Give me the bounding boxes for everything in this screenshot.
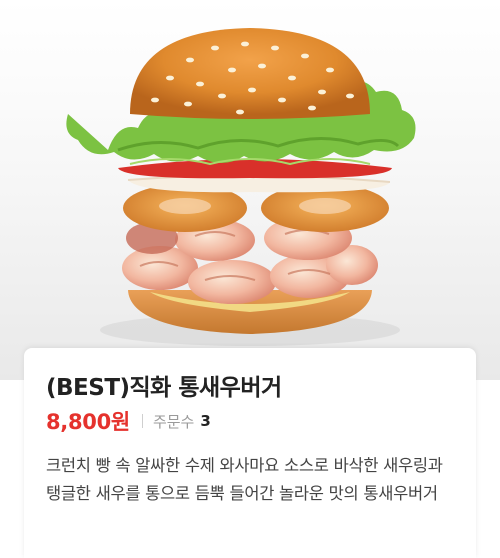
shrimp-burger-image — [66, 28, 416, 346]
product-name: (BEST)직화 통새우버거 — [46, 375, 282, 401]
product-meta-row: 8,800원 주문수 3 — [46, 406, 211, 436]
product-description: 크런치 빵 속 알싸한 수제 와사마요 소스로 바삭한 새우링과 탱글한 새우를… — [46, 456, 443, 503]
product-info-card: (BEST)직화 통새우버거 8,800원 주문수 3 크런치 빵 속 알싸한 … — [24, 348, 476, 558]
meta-divider — [141, 414, 143, 428]
order-count-label: 주문수 — [152, 412, 195, 431]
order-count-value: 3 — [200, 412, 211, 430]
product-image — [0, 0, 500, 380]
product-price: 8,800원 — [46, 410, 130, 434]
